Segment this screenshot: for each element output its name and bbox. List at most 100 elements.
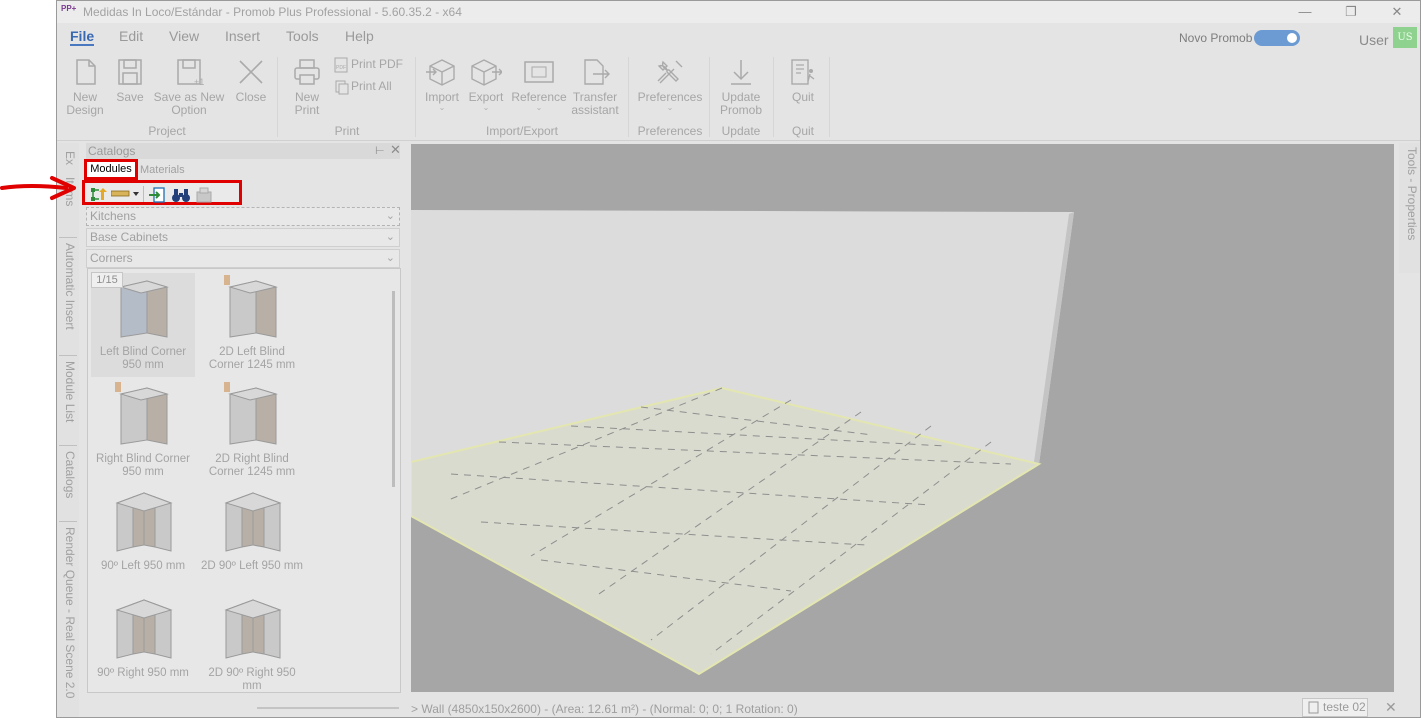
export-button[interactable]: Export ⌄ <box>465 57 507 112</box>
ribbon-separator <box>628 57 629 137</box>
tab-divider <box>59 445 77 446</box>
3d-viewport[interactable] <box>411 144 1394 692</box>
user-label[interactable]: User <box>1359 32 1389 48</box>
left-tab-render-queue[interactable]: Render Queue - Real Scene 2.0 <box>59 527 77 715</box>
catalog-dropdown-base-cabinets[interactable]: Base Cabinets ⌄ <box>86 228 400 247</box>
window-title: Medidas In Loco/Estándar - Promob Plus P… <box>83 5 462 19</box>
menu-edit[interactable]: Edit <box>119 28 143 44</box>
menu-insert[interactable]: Insert <box>225 28 260 44</box>
user-avatar[interactable]: US <box>1393 27 1417 48</box>
tab-divider <box>59 355 77 356</box>
close-scene-icon[interactable]: ✕ <box>1385 699 1397 716</box>
tab-modules[interactable]: Modules <box>84 159 138 180</box>
vertical-scrollbar[interactable] <box>392 291 395 487</box>
status-bar: > Wall (4850x150x2600) - (Area: 12.61 m²… <box>411 697 1420 717</box>
catalog-dropdown-corners[interactable]: Corners ⌄ <box>86 249 400 268</box>
module-grid: 1/15 Left Blind Corner 950 mm 2D Left Bli… <box>87 268 401 693</box>
novo-promob-toggle[interactable] <box>1254 30 1300 46</box>
group-label-quit: Quit <box>791 124 814 138</box>
reference-frame-icon <box>524 61 554 83</box>
module-item[interactable]: 90º Right 950 mm <box>91 594 195 692</box>
chevron-down-icon: ⌄ <box>438 103 446 112</box>
binoculars-search-icon[interactable] <box>171 186 191 204</box>
group-label-import-export: Import/Export <box>485 124 559 138</box>
ribbon-separator <box>415 57 416 137</box>
close-window-icon[interactable]: ✕ <box>1374 1 1420 23</box>
close-icon[interactable]: ✕ <box>390 142 401 158</box>
menu-view[interactable]: View <box>169 28 199 44</box>
transfer-assistant-button[interactable]: Transfer assistant <box>569 57 621 117</box>
module-item[interactable]: Left Blind Corner 950 mm <box>91 273 195 377</box>
module-item[interactable]: 2D 90º Left 950 mm <box>200 487 304 591</box>
menu-help[interactable]: Help <box>345 28 374 44</box>
group-label-update: Update <box>721 124 761 138</box>
module-item[interactable]: Right Blind Corner 950 mm <box>91 380 195 484</box>
corner-cabinet-icon <box>224 599 282 659</box>
ruler-dropdown-icon[interactable] <box>111 189 141 199</box>
quit-button[interactable]: Quit <box>783 57 823 104</box>
print-pdf-button[interactable]: PDF Print PDF <box>333 57 403 73</box>
tools-wrench-icon <box>657 60 683 84</box>
tree-navigate-icon[interactable] <box>89 186 107 204</box>
application-window: PP+ Medidas In Loco/Estándar - Promob Pl… <box>56 0 1421 718</box>
module-item-label: 90º Right 950 mm <box>97 667 189 679</box>
room-scene <box>411 210 1074 676</box>
save-as-new-option-button[interactable]: +1 Save as New Option <box>153 57 225 117</box>
pin-icon[interactable]: ⊢ <box>375 144 385 157</box>
right-dock-tabs: Tools - Properties <box>1399 143 1420 273</box>
catalogs-header: Catalogs ⊢ ✕ <box>86 142 401 159</box>
app-logo: PP+ <box>61 4 77 13</box>
left-tab-module-list[interactable]: Module List <box>59 361 77 443</box>
catalog-dropdown-kitchens[interactable]: Kitchens ⌄ <box>86 207 400 226</box>
new-design-button[interactable]: New Design <box>65 57 105 117</box>
restore-icon[interactable]: ❐ <box>1328 1 1374 23</box>
minimize-icon[interactable]: — <box>1282 1 1328 23</box>
module-item-label: 2D 90º Right 950 mm <box>208 667 296 692</box>
status-text: > Wall (4850x150x2600) - (Area: 12.61 m²… <box>411 702 798 716</box>
transfer-document-icon <box>584 59 610 85</box>
menu-file[interactable]: File <box>70 28 94 44</box>
left-tab-catalogs[interactable]: Catalogs <box>59 451 77 523</box>
ribbon-separator <box>277 57 278 137</box>
document-icon <box>1308 701 1319 714</box>
save-as-icon: +1 <box>177 59 204 87</box>
module-item[interactable]: 90º Left 950 mm <box>91 487 195 591</box>
chevron-down-icon: ⌄ <box>535 103 543 112</box>
module-item[interactable]: 2D Left Blind Corner 1245 mm <box>200 273 304 377</box>
print-all-button[interactable]: Print All <box>333 79 392 95</box>
library-disabled-icon <box>196 187 212 203</box>
right-tab-tools-properties[interactable]: Tools - Properties <box>1401 147 1419 267</box>
chevron-down-icon: ⌄ <box>385 231 395 243</box>
insert-arrow-icon[interactable] <box>148 186 166 204</box>
module-item[interactable]: 2D 90º Right 950 mm <box>200 594 304 692</box>
reference-button[interactable]: Reference ⌄ <box>509 57 569 112</box>
import-button[interactable]: Import ⌄ <box>421 57 463 112</box>
left-dock-tabs: Ex Items Automatic Insert Module List Ca… <box>57 143 79 717</box>
left-tab-automatic-insert[interactable]: Automatic Insert <box>59 243 77 355</box>
module-item-label: 2D Left Blind Corner 1245 mm <box>208 346 296 371</box>
tab-materials[interactable]: Materials <box>140 164 185 176</box>
module-item-label: 2D 90º Left 950 mm <box>200 560 303 572</box>
save-button[interactable]: Save <box>113 57 147 104</box>
menu-tools[interactable]: Tools <box>286 28 319 44</box>
module-item-label: 2D Right Blind Corner 1245 mm <box>208 453 296 478</box>
new-document-icon <box>76 59 96 85</box>
annotation-arrow-icon <box>0 176 76 200</box>
update-promob-button[interactable]: Update Promob <box>715 57 767 117</box>
horizontal-scrollbar[interactable] <box>257 707 399 709</box>
export-box-icon <box>471 59 502 86</box>
catalog-toolbar <box>82 180 242 205</box>
corner-cabinet-icon <box>115 599 173 659</box>
preferences-button[interactable]: Preferences ⌄ <box>635 57 705 112</box>
svg-text:+1: +1 <box>194 77 204 87</box>
module-item-label: Left Blind Corner 950 mm <box>99 346 187 371</box>
scene-tab-teste-02[interactable]: teste 02 <box>1302 698 1368 717</box>
quit-runner-icon <box>791 59 815 85</box>
close-button[interactable]: Close <box>233 57 269 104</box>
ribbon-separator <box>773 57 774 137</box>
active-menu-indicator <box>70 44 94 46</box>
new-print-button[interactable]: New Print <box>289 57 325 117</box>
svg-text:PDF: PDF <box>336 65 346 71</box>
blind-corner-cabinet-icon <box>115 382 169 445</box>
module-item[interactable]: 2D Right Blind Corner 1245 mm <box>200 380 304 484</box>
